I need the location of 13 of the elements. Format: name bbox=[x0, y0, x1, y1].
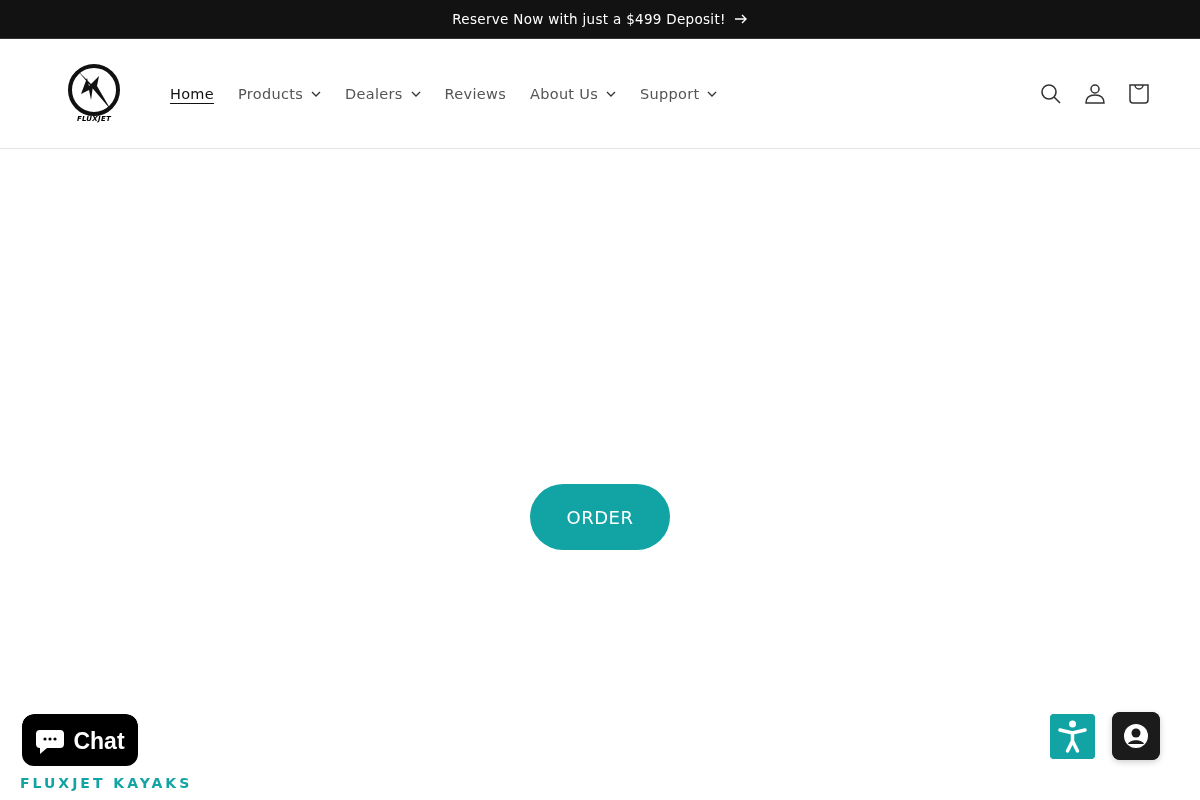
logo-icon[interactable] bbox=[67, 64, 121, 116]
accessibility-icon[interactable] bbox=[1050, 714, 1095, 759]
chat-button[interactable]: Chat bbox=[22, 714, 138, 766]
profile-icon[interactable] bbox=[1112, 712, 1160, 760]
nav-link[interactable]: Reviews bbox=[432, 85, 518, 102]
section-heading: FLUXJET KAYAKS bbox=[20, 775, 193, 791]
chat-bubble-icon bbox=[35, 727, 66, 756]
nav-link[interactable]: Dealers bbox=[333, 85, 433, 102]
announcement-link[interactable]: Reserve Now with just a $499 Deposit! bbox=[452, 11, 748, 27]
nav-link[interactable]: Support bbox=[628, 85, 730, 102]
nav-link[interactable]: Products bbox=[226, 85, 334, 102]
nav-link[interactable]: About Us bbox=[518, 85, 629, 102]
nav-link[interactable]: Home bbox=[158, 85, 227, 102]
